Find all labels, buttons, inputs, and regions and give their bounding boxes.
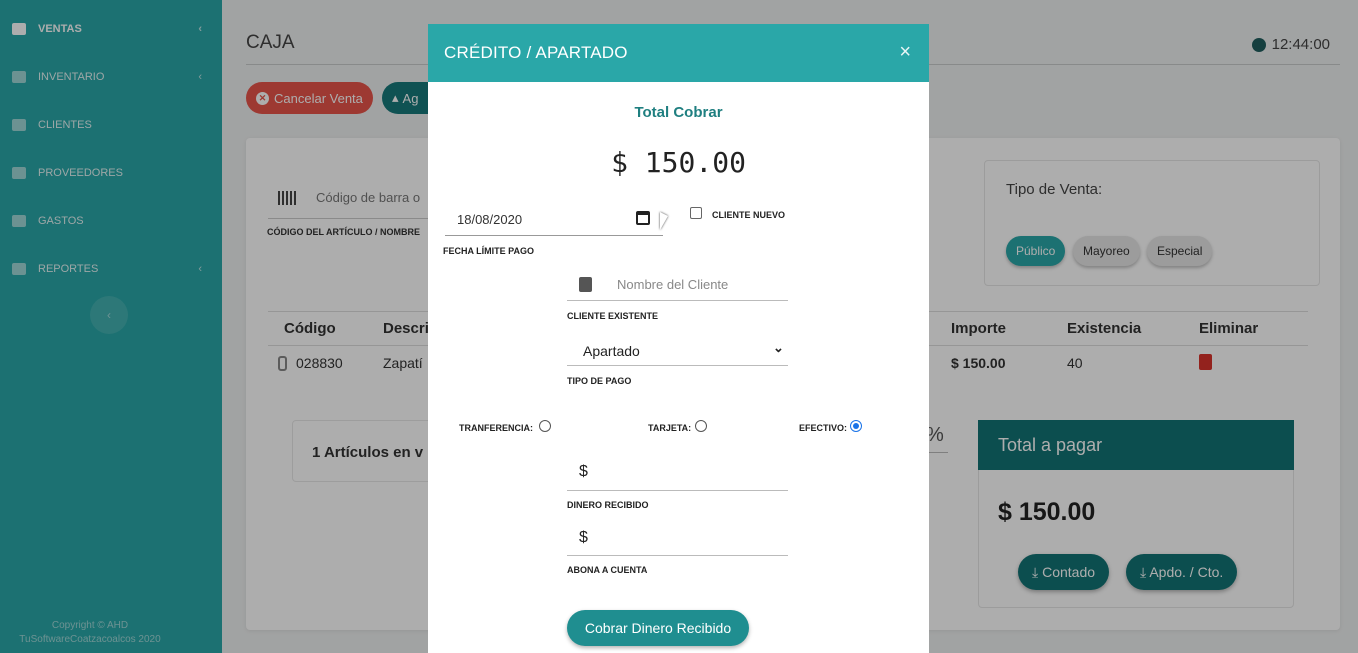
tarjeta-label: TARJETA:	[648, 423, 692, 433]
chevron-down-icon[interactable]: ⌄	[773, 340, 784, 356]
close-icon[interactable]: ×	[899, 42, 911, 62]
contact-card-icon	[579, 277, 592, 292]
cliente-input[interactable]: Nombre del Cliente	[617, 277, 728, 292]
fecha-underline	[445, 235, 663, 236]
total-cobrar-amount: $ 150.00	[611, 146, 746, 179]
dinero-recibido-input[interactable]	[567, 490, 788, 491]
cliente-existente-label: CLIENTE EXISTENTE	[567, 311, 659, 321]
transferencia-label: TRANFERENCIA:	[459, 423, 533, 433]
mouse-cursor	[660, 212, 668, 230]
modal-title: CRÉDITO / APARTADO	[444, 43, 628, 62]
abona-cuenta-input[interactable]	[567, 555, 788, 556]
total-cobrar-label: Total Cobrar	[634, 104, 723, 121]
tipo-pago-underline	[567, 365, 788, 366]
dinero-recibido-label: DINERO RECIBIDO	[567, 500, 649, 510]
cliente-underline	[567, 300, 788, 301]
fecha-limite-label: FECHA LÍMITE PAGO	[443, 246, 534, 256]
tarjeta-radio[interactable]	[695, 420, 707, 432]
cliente-nuevo-label: CLIENTE NUEVO	[712, 210, 786, 220]
abona-cuenta-label: ABONA A CUENTA	[567, 565, 648, 575]
cobrar-dinero-button[interactable]: Cobrar Dinero Recibido	[567, 610, 749, 646]
tipo-pago-label: TIPO DE PAGO	[567, 376, 632, 386]
tipo-pago-select[interactable]: Apartado	[583, 343, 640, 359]
modal-header: CRÉDITO / APARTADO ×	[428, 24, 929, 82]
transferencia-radio[interactable]	[539, 420, 551, 432]
efectivo-label: EFECTIVO:	[799, 423, 848, 433]
fecha-limite-input[interactable]: 18/08/2020	[457, 212, 522, 227]
efectivo-radio[interactable]	[850, 420, 862, 432]
abona-cuenta-symbol: $	[579, 529, 588, 546]
credit-modal: CRÉDITO / APARTADO × Total Cobrar $ 150.…	[428, 24, 929, 653]
calendar-icon[interactable]	[636, 211, 650, 225]
dinero-recibido-symbol: $	[579, 463, 588, 480]
cliente-nuevo-checkbox[interactable]	[690, 207, 702, 219]
